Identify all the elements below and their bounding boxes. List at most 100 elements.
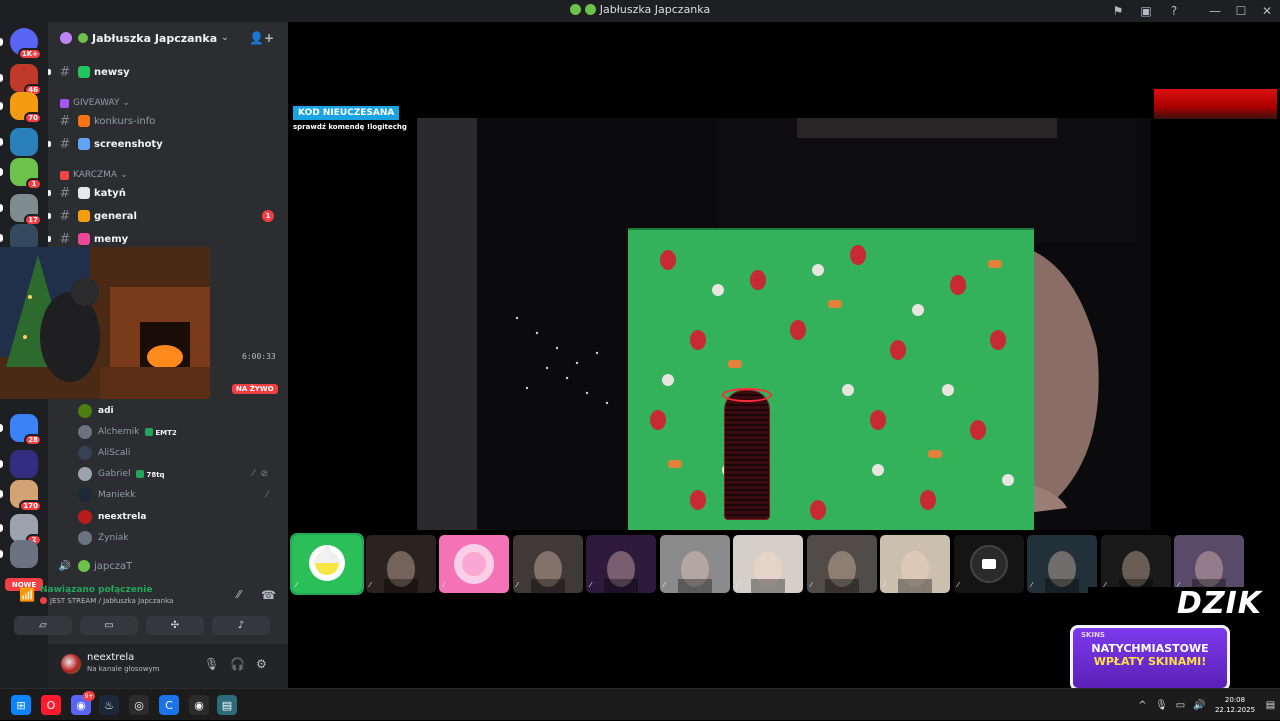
user-avatar[interactable]: [61, 654, 81, 674]
server-icon-server-3[interactable]: [0, 128, 38, 156]
voice-user[interactable]: neextrela: [78, 508, 278, 526]
voice-user[interactable]: Maniekk ⁄: [78, 486, 278, 504]
voice-channel-japczat[interactable]: 🔊 japczaT: [56, 556, 282, 576]
stream-video[interactable]: [417, 118, 1151, 530]
notepad-icon[interactable]: ▤: [217, 695, 237, 715]
help-icon[interactable]: ?: [1160, 0, 1188, 22]
disconnect-icon[interactable]: ☎: [261, 588, 276, 602]
server-badge: 170: [19, 500, 42, 512]
minimize-button[interactable]: —: [1202, 0, 1228, 22]
screen-share-button[interactable]: ▭: [80, 616, 138, 635]
tile-avatar: [969, 545, 1008, 583]
inbox-icon[interactable]: ▣: [1132, 0, 1160, 22]
category-karczma[interactable]: KARCZMA ⌄: [60, 168, 128, 182]
voice-user[interactable]: Gabriel 78tq ⁄ ⊘: [78, 465, 278, 483]
participant-tile[interactable]: ⁄: [1100, 535, 1171, 593]
noise-suppression-icon[interactable]: ⁄⁄: [237, 588, 241, 601]
tray-mic-icon[interactable]: 🎙: [1152, 700, 1171, 711]
unread-indicator: [48, 236, 51, 242]
soundboard-button[interactable]: ♪: [212, 616, 270, 635]
camera-off-icon: ▱: [39, 620, 47, 631]
tray-volume-icon[interactable]: 🔊: [1190, 700, 1209, 711]
participant-tile[interactable]: ⁄: [659, 535, 730, 593]
clock[interactable]: 20:08 22.12.2025: [1209, 695, 1261, 715]
channel-memy[interactable]: # memy: [48, 229, 282, 249]
server-icon-home[interactable]: 1K+: [0, 28, 42, 60]
user-name[interactable]: neextrela: [87, 652, 134, 663]
code-hint: sprawdź komendę !logitechg: [293, 123, 407, 131]
unread-indicator: [48, 69, 51, 75]
voice-status[interactable]: Nawiązano połączenie: [40, 585, 152, 595]
participant-tile[interactable]: ⁄: [1027, 535, 1097, 593]
muted-icon: ⁄: [252, 469, 254, 479]
participant-tile[interactable]: ⁄: [365, 535, 436, 593]
flag-icon[interactable]: ⚑: [1104, 0, 1132, 22]
server-icon-server-1[interactable]: 46: [0, 64, 42, 96]
maximize-button[interactable]: ☐: [1228, 0, 1254, 22]
steam-alt-icon[interactable]: ◉: [189, 695, 209, 715]
muted-icon: ⁄: [296, 581, 298, 589]
channel-screenshoty[interactable]: # screenshoty: [48, 134, 282, 154]
settings-gear-icon[interactable]: ⚙: [256, 657, 267, 671]
tile-video: [751, 551, 785, 593]
tray-network-icon[interactable]: ▭: [1171, 700, 1190, 711]
participant-tile[interactable]: ⁄: [586, 535, 656, 593]
voice-channel-info[interactable]: JEST STREAM / Jabłuszka Japczanka: [40, 597, 173, 605]
add-member-icon[interactable]: 👤+: [249, 31, 274, 45]
participant-tile[interactable]: ⁄: [439, 535, 509, 593]
channel-katyń[interactable]: # katyń: [48, 183, 282, 203]
discord-icon[interactable]: ◉ 9+: [71, 691, 95, 715]
signal-icon[interactable]: 📶: [19, 588, 35, 603]
server-icon-server-8[interactable]: [0, 450, 38, 478]
app-c-icon[interactable]: C: [159, 695, 179, 715]
participant-tile[interactable]: ⁄: [290, 533, 364, 595]
participant-tile[interactable]: ⁄: [953, 535, 1024, 593]
participant-tile[interactable]: ⁄: [733, 535, 803, 593]
unread-pill: [0, 138, 3, 146]
headphones-icon[interactable]: 🎧: [230, 657, 245, 671]
participant-tile[interactable]: ⁄: [806, 535, 877, 593]
participant-tile[interactable]: ⁄: [512, 535, 583, 593]
tile-video: [530, 551, 565, 593]
server-icon-server-10[interactable]: 2: [0, 514, 42, 546]
channel-konkurs-info[interactable]: # konkurs-info: [56, 111, 282, 131]
category-emoji-icon: [60, 98, 69, 108]
windows-start-icon[interactable]: ⊞: [11, 695, 31, 715]
camera-button[interactable]: ▱: [14, 616, 72, 635]
server-icon-server-4[interactable]: 1: [0, 158, 42, 190]
chrome-like-icon[interactable]: ◎: [129, 695, 149, 715]
participant-tile[interactable]: ⁄: [1174, 535, 1244, 593]
server-icon-server-9[interactable]: 170: [0, 480, 42, 512]
channel-name: konkurs-info: [94, 115, 156, 127]
server-badge: 70: [24, 112, 42, 124]
voice-user[interactable]: Zyniak: [78, 529, 278, 547]
close-button[interactable]: ✕: [1254, 0, 1280, 22]
server-icon-server-11[interactable]: [0, 540, 38, 568]
opera-icon[interactable]: O: [41, 695, 61, 715]
guild-header[interactable]: Jabłuszka Japczanka ⌄ 👤+: [48, 22, 288, 54]
tile-video: [383, 551, 418, 593]
stream-view[interactable]: KOD NIEUCZESANA sprawdź komendę !logitec…: [288, 22, 1280, 691]
category-label: GIVEAWAY: [73, 98, 120, 108]
tray-chevron-icon[interactable]: ^: [1133, 700, 1152, 711]
category-giveaway[interactable]: GIVEAWAY ⌄: [60, 96, 130, 110]
notifications-icon[interactable]: ▤: [1261, 700, 1280, 711]
voice-user[interactable]: AliScali: [78, 444, 278, 462]
unread-pill: [0, 74, 3, 82]
server-icon-server-7[interactable]: 28: [0, 414, 42, 446]
server-icon-server-2[interactable]: 70: [0, 92, 42, 124]
window-title-text: Jabłuszka Japczanka: [599, 3, 711, 16]
stream-preview[interactable]: [0, 247, 210, 399]
steam-icon[interactable]: ♨: [99, 695, 119, 715]
voice-user[interactable]: adi: [78, 402, 278, 420]
server-icon-server-5[interactable]: 17: [0, 194, 42, 226]
tile-video: [1045, 551, 1079, 593]
microphone-icon[interactable]: 🎙: [204, 657, 219, 671]
activities-button[interactable]: ✣: [146, 616, 204, 635]
title-bar: Jabłuszka Japczanka ⚑ ▣ ? — ☐ ✕: [0, 0, 1280, 22]
channel-newsy[interactable]: # newsy: [48, 62, 282, 82]
participant-tile[interactable]: ⁄: [880, 535, 950, 593]
category-label: KARCZMA: [73, 170, 118, 180]
channel-general[interactable]: # general 1: [48, 206, 282, 226]
voice-user[interactable]: Alchemik EMT2: [78, 423, 278, 441]
